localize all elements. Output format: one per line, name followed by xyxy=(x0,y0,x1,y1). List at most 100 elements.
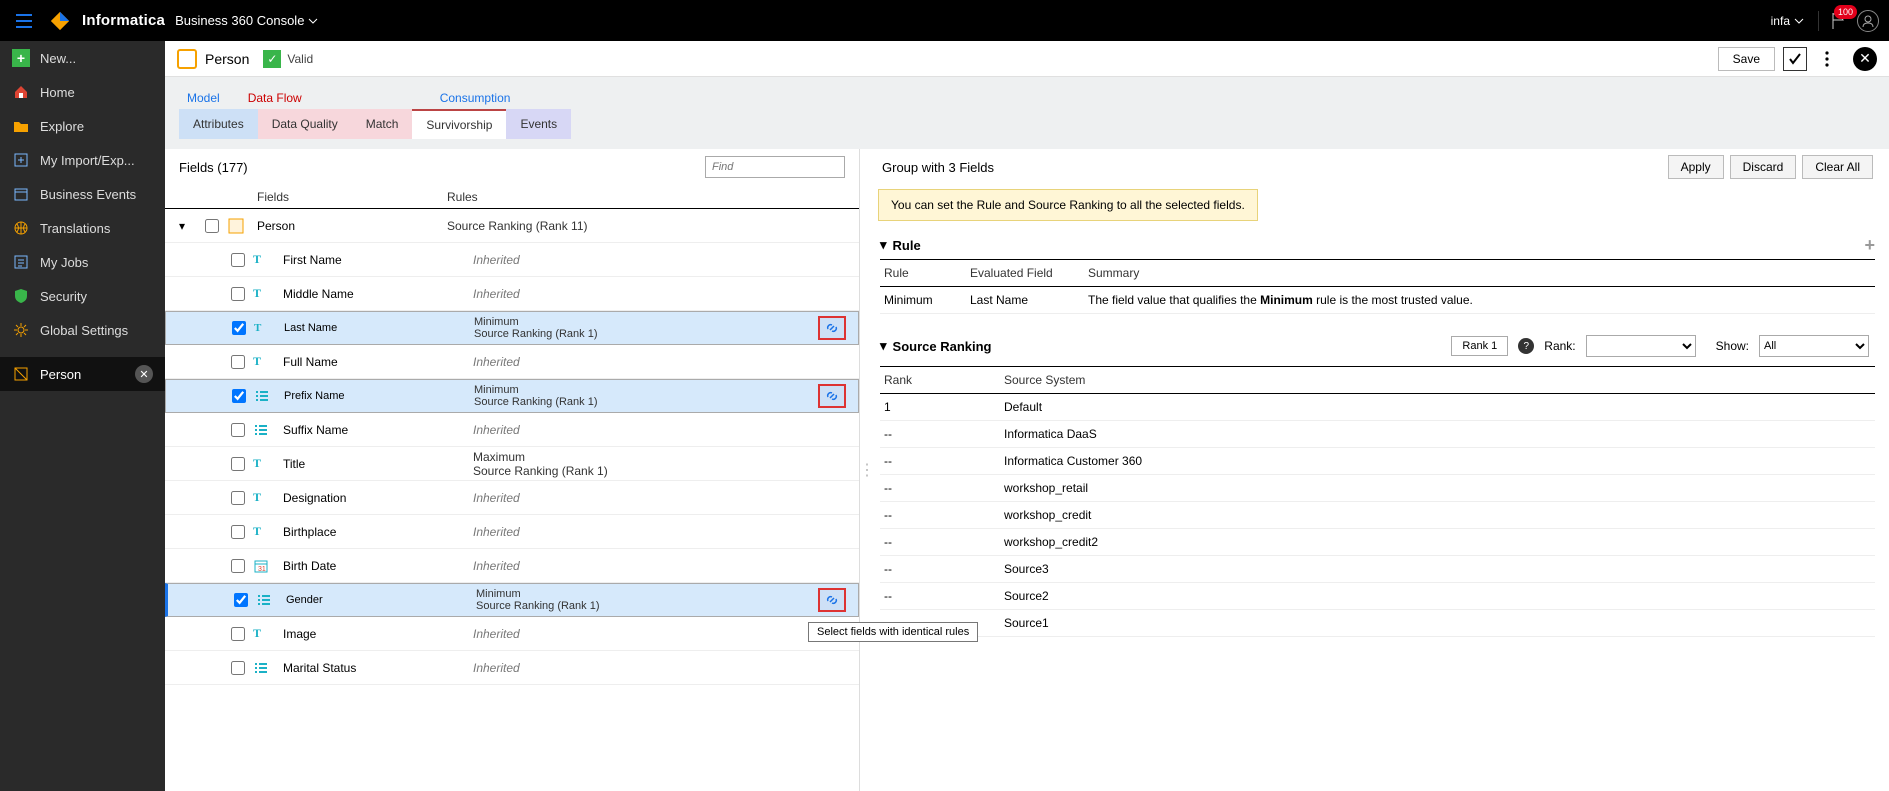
nav-security[interactable]: Security xyxy=(0,279,165,313)
sr-row[interactable]: --Source3 xyxy=(880,556,1875,583)
expand-toggle[interactable]: ▾ xyxy=(179,219,201,233)
row-checkbox[interactable] xyxy=(231,287,245,301)
rank-label: Rank: xyxy=(1544,339,1575,353)
row-checkbox[interactable] xyxy=(231,491,245,505)
left-nav: + New... Home Explore My Import/Exp... B… xyxy=(0,41,165,791)
nav-new[interactable]: + New... xyxy=(0,41,165,75)
add-rule-button[interactable]: + xyxy=(1864,236,1875,254)
validate-button[interactable] xyxy=(1783,47,1807,71)
brand-logo xyxy=(46,7,74,35)
subtab-survivorship[interactable]: Survivorship xyxy=(412,109,506,139)
row-checkbox[interactable] xyxy=(231,559,245,573)
notifications-button[interactable]: 100 xyxy=(1825,8,1851,34)
field-row-last-name[interactable]: T Last Name Minimum Source Ranking (Rank… xyxy=(165,311,859,345)
nav-import-export[interactable]: My Import/Exp... xyxy=(0,143,165,177)
rule-table: Rule Evaluated Field Summary Minimum Las… xyxy=(880,259,1875,314)
close-tab-button[interactable]: ✕ xyxy=(135,365,153,383)
section-toggle[interactable]: ▾ xyxy=(880,237,887,253)
field-row-gender[interactable]: Gender Minimum Source Ranking (Rank 1) S… xyxy=(165,583,859,617)
field-row-designation[interactable]: T Designation Inherited xyxy=(165,481,859,515)
row-checkbox[interactable] xyxy=(231,661,245,675)
sr-row[interactable]: --Informatica DaaS xyxy=(880,421,1875,448)
row-checkbox[interactable] xyxy=(231,355,245,369)
svg-text:31: 31 xyxy=(258,566,266,573)
row-checkbox[interactable] xyxy=(205,219,219,233)
field-row-prefix-name[interactable]: Prefix Name Minimum Source Ranking (Rank… xyxy=(165,379,859,413)
sr-row[interactable]: --Source2 xyxy=(880,583,1875,610)
nav-bizevents-label: Business Events xyxy=(40,187,136,202)
field-row-birth-date[interactable]: 31 Birth Date Inherited xyxy=(165,549,859,583)
profile-button[interactable] xyxy=(1857,10,1879,32)
rank-pill[interactable]: Rank 1 xyxy=(1451,336,1508,356)
row-checkbox[interactable] xyxy=(231,525,245,539)
show-select[interactable]: All xyxy=(1759,335,1869,357)
nav-home[interactable]: Home xyxy=(0,75,165,109)
tab-model[interactable]: Model xyxy=(187,91,220,105)
content: Person ✓ Valid Save ✕ Model Data Flow Co… xyxy=(165,41,1889,791)
field-row-birthplace[interactable]: T Birthplace Inherited xyxy=(165,515,859,549)
close-panel-button[interactable]: ✕ xyxy=(1853,47,1877,71)
row-checkbox[interactable] xyxy=(231,627,245,641)
nav-my-jobs[interactable]: My Jobs xyxy=(0,245,165,279)
rank-select[interactable] xyxy=(1586,335,1696,357)
apply-button[interactable]: Apply xyxy=(1668,155,1724,179)
divider xyxy=(1818,11,1819,31)
inherited-label: Inherited xyxy=(473,423,520,437)
nav-business-events[interactable]: Business Events xyxy=(0,177,165,211)
link-icon xyxy=(825,321,839,335)
text-field-icon: T xyxy=(253,524,283,539)
field-row-marital-status[interactable]: Marital Status Inherited xyxy=(165,651,859,685)
nav-global-settings[interactable]: Global Settings xyxy=(0,313,165,347)
clear-all-button[interactable]: Clear All xyxy=(1802,155,1873,179)
select-identical-rules-button[interactable] xyxy=(818,588,846,612)
sr-row[interactable]: --workshop_retail xyxy=(880,475,1875,502)
hamburger-menu[interactable] xyxy=(10,7,38,35)
select-identical-rules-button[interactable] xyxy=(818,316,846,340)
source-ranking-title: Source Ranking xyxy=(893,339,992,354)
tab-consumption[interactable]: Consumption xyxy=(440,91,511,105)
nav-myjobs-label: My Jobs xyxy=(40,255,88,270)
row-checkbox[interactable] xyxy=(231,457,245,471)
field-row-image[interactable]: T Image Inherited xyxy=(165,617,859,651)
nav-explore[interactable]: Explore xyxy=(0,109,165,143)
field-row-first-name[interactable]: T First Name Inherited xyxy=(165,243,859,277)
sr-row[interactable]: 1Default xyxy=(880,394,1875,421)
discard-button[interactable]: Discard xyxy=(1730,155,1797,179)
rule-row[interactable]: Minimum Last Name The field value that q… xyxy=(880,287,1875,314)
section-toggle[interactable]: ▾ xyxy=(880,338,887,354)
find-input[interactable] xyxy=(705,156,845,178)
field-row-full-name[interactable]: T Full Name Inherited xyxy=(165,345,859,379)
subtab-match[interactable]: Match xyxy=(352,109,413,139)
subtab-events[interactable]: Events xyxy=(506,109,571,139)
user-menu[interactable]: infa xyxy=(1763,14,1812,28)
tab-data-flow[interactable]: Data Flow xyxy=(248,91,302,105)
more-actions-button[interactable] xyxy=(1815,47,1839,71)
splitter-handle[interactable]: ⋮ xyxy=(860,149,874,791)
sr-row[interactable]: --workshop_credit2 xyxy=(880,529,1875,556)
row-checkbox[interactable] xyxy=(232,389,246,403)
subtab-attributes[interactable]: Attributes xyxy=(179,109,258,139)
subtab-data-quality[interactable]: Data Quality xyxy=(258,109,352,139)
valid-label: Valid xyxy=(287,52,313,66)
field-row-suffix-name[interactable]: Suffix Name Inherited xyxy=(165,413,859,447)
sr-row[interactable]: --Source1 xyxy=(880,610,1875,637)
nav-open-tab-person[interactable]: Person ✕ xyxy=(0,357,165,391)
field-label: Last Name xyxy=(284,322,464,334)
nav-translations[interactable]: Translations xyxy=(0,211,165,245)
row-checkbox[interactable] xyxy=(231,253,245,267)
row-checkbox[interactable] xyxy=(231,423,245,437)
text-field-icon: T xyxy=(253,490,283,505)
link-icon xyxy=(825,593,839,607)
save-button[interactable]: Save xyxy=(1718,47,1775,71)
row-checkbox[interactable] xyxy=(232,321,246,335)
col-fields: Fields xyxy=(257,190,437,204)
field-row-root[interactable]: ▾ Person Source Ranking (Rank 11) xyxy=(165,209,859,243)
field-row-title[interactable]: T Title Maximum Source Ranking (Rank 1) xyxy=(165,447,859,481)
sr-row[interactable]: --workshop_credit xyxy=(880,502,1875,529)
row-checkbox[interactable] xyxy=(234,593,248,607)
field-row-middle-name[interactable]: T Middle Name Inherited xyxy=(165,277,859,311)
sr-row[interactable]: --Informatica Customer 360 xyxy=(880,448,1875,475)
select-identical-rules-button[interactable] xyxy=(818,384,846,408)
help-icon[interactable]: ? xyxy=(1518,338,1534,354)
app-context-switcher[interactable]: Business 360 Console xyxy=(175,13,318,28)
